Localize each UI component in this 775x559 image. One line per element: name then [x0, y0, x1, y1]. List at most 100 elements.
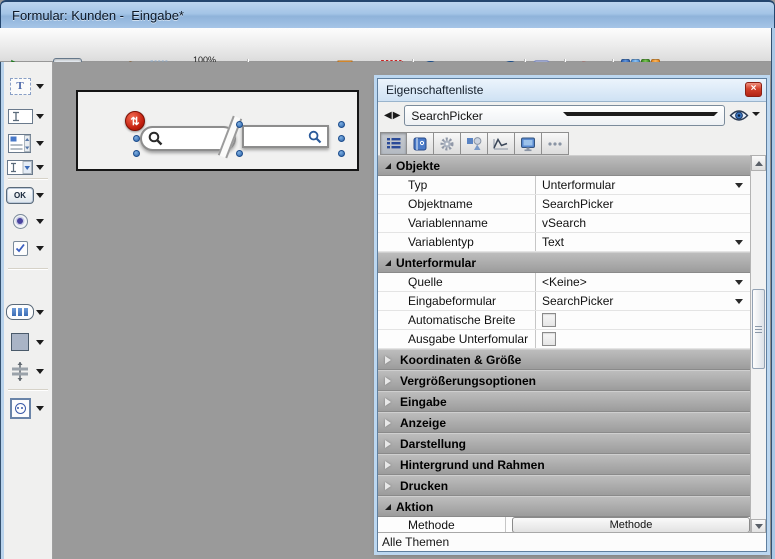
property-row[interactable]: Methode Methode — [378, 517, 750, 532]
section-header-darstellung[interactable]: Darstellung — [378, 433, 750, 454]
property-row[interactable]: Variablenname vSearch — [378, 214, 750, 233]
expand-triangle-icon — [385, 356, 395, 364]
tab-objects[interactable] — [461, 132, 488, 155]
close-icon[interactable]: × — [745, 82, 762, 97]
selection-handle[interactable] — [236, 150, 243, 157]
selection-handle[interactable] — [236, 121, 243, 128]
tab-property-list[interactable] — [380, 132, 407, 155]
property-value-dropdown[interactable]: SearchPicker — [536, 292, 750, 310]
checkbox-unchecked[interactable] — [542, 332, 556, 346]
tool-check-box[interactable] — [4, 235, 52, 261]
expand-triangle-icon — [385, 482, 395, 490]
tab-display[interactable] — [515, 132, 542, 155]
button-tool-icon: OK — [6, 187, 34, 204]
selection-handle[interactable] — [338, 121, 345, 128]
property-row[interactable]: Typ Unterformular — [378, 176, 750, 195]
themes-filter-label[interactable]: Alle Themen — [382, 535, 449, 549]
next-object-button[interactable]: ▶ — [393, 110, 401, 121]
eye-icon — [729, 109, 749, 122]
form-area[interactable]: ⇅ — [76, 90, 359, 171]
chevron-down-icon[interactable] — [36, 406, 44, 415]
chevron-down-icon[interactable] — [36, 340, 44, 349]
tool-plugin-area[interactable] — [4, 395, 52, 421]
property-value-text[interactable]: SearchPicker — [536, 195, 750, 213]
tab-events[interactable] — [488, 132, 515, 155]
section-header-vergroesserung[interactable]: Vergrößerungsoptionen — [378, 370, 750, 391]
chevron-down-icon[interactable] — [36, 84, 44, 93]
property-row[interactable]: Quelle <Keine> — [378, 273, 750, 292]
tool-splitter[interactable] — [4, 358, 52, 384]
methode-button[interactable]: Methode — [512, 517, 750, 532]
chevron-down-icon[interactable] — [36, 114, 44, 123]
rectangle-tool-icon — [11, 333, 29, 351]
ellipsis-icon — [546, 136, 564, 152]
palette-titlebar[interactable]: Eigenschaftenliste × — [378, 79, 766, 102]
property-row[interactable]: Variablentyp Text — [378, 233, 750, 252]
scrollbar-thumb[interactable] — [752, 289, 765, 369]
section-header-hintergrund[interactable]: Hintergrund und Rahmen — [378, 454, 750, 475]
section-header-unterformular[interactable]: Unterformular — [378, 252, 750, 273]
triangle-up-icon — [755, 157, 763, 166]
splitter-tool-icon — [4, 362, 36, 381]
property-row[interactable]: Ausgabe Unterfomular — [378, 330, 750, 349]
section-header-aktion[interactable]: Aktion — [378, 496, 750, 517]
selection-handle[interactable] — [133, 150, 140, 157]
chevron-down-icon[interactable] — [36, 246, 44, 255]
tab-description[interactable] — [407, 132, 434, 155]
plugin-area-tool-icon — [10, 398, 31, 419]
button-grid-tool-icon — [6, 304, 34, 320]
section-header-koordinaten[interactable]: Koordinaten & Größe — [378, 349, 750, 370]
chevron-down-icon[interactable] — [36, 141, 44, 150]
search-rect-field[interactable] — [242, 125, 329, 148]
tool-list-box[interactable] — [4, 130, 52, 156]
property-list-scrollbar[interactable] — [750, 155, 766, 532]
tool-button-grid[interactable] — [4, 299, 52, 325]
chevron-down-icon[interactable] — [36, 165, 44, 174]
tool-radio-button[interactable] — [4, 208, 52, 234]
property-row[interactable]: Objektname SearchPicker — [378, 195, 750, 214]
tool-combo-box[interactable] — [4, 154, 52, 180]
chevron-down-icon[interactable] — [36, 310, 44, 319]
text-tool-icon: T — [10, 78, 31, 95]
palette-statusbar: Alle Themen — [378, 532, 766, 551]
selection-handle[interactable] — [133, 135, 140, 142]
tool-rectangle[interactable] — [4, 329, 52, 355]
subform-badge-icon[interactable]: ⇅ — [125, 111, 145, 131]
chevron-down-icon[interactable] — [36, 219, 44, 228]
chevron-down-icon — [735, 240, 743, 249]
section-header-eingabe[interactable]: Eingabe — [378, 391, 750, 412]
section-header-anzeige[interactable]: Anzeige — [378, 412, 750, 433]
scroll-down-button[interactable] — [751, 519, 766, 532]
palette-separator — [8, 389, 48, 390]
object-selector-value: SearchPicker — [411, 109, 558, 123]
property-row[interactable]: Automatische Breite — [378, 311, 750, 330]
checkbox-unchecked[interactable] — [542, 313, 556, 327]
expand-triangle-icon — [385, 419, 395, 427]
main-toolbar: 100% 1/1 — [0, 28, 775, 62]
object-selector-dropdown[interactable]: SearchPicker — [404, 105, 725, 126]
window-titlebar[interactable]: Formular: Kunden - Eingabe* — [0, 0, 775, 28]
scroll-up-button[interactable] — [751, 155, 766, 171]
selection-handle[interactable] — [338, 135, 345, 142]
chevron-down-icon[interactable] — [36, 369, 44, 378]
gear-gray-icon — [438, 136, 456, 152]
section-header-drucken[interactable]: Drucken — [378, 475, 750, 496]
section-header-objekte[interactable]: Objekte — [378, 155, 750, 176]
property-value-text[interactable]: vSearch — [536, 214, 750, 232]
expand-triangle-icon — [385, 440, 395, 448]
selection-handle[interactable] — [338, 150, 345, 157]
chevron-down-icon[interactable] — [36, 193, 44, 202]
property-value-dropdown[interactable]: Text — [536, 233, 750, 251]
property-value-dropdown[interactable]: Unterformular — [536, 176, 750, 194]
tool-input[interactable] — [4, 103, 52, 129]
tool-text[interactable]: T — [4, 73, 52, 99]
tab-settings[interactable] — [434, 132, 461, 155]
list-box-tool-icon — [4, 134, 36, 153]
property-row[interactable]: Eingabeformular SearchPicker — [378, 292, 750, 311]
tab-more[interactable] — [542, 132, 569, 155]
view-options-button[interactable] — [729, 109, 760, 122]
property-value-dropdown[interactable]: <Keine> — [536, 273, 750, 291]
prev-object-button[interactable]: ◀ — [384, 110, 392, 121]
property-list-icon — [385, 136, 403, 152]
tool-button[interactable]: OK — [4, 182, 52, 208]
